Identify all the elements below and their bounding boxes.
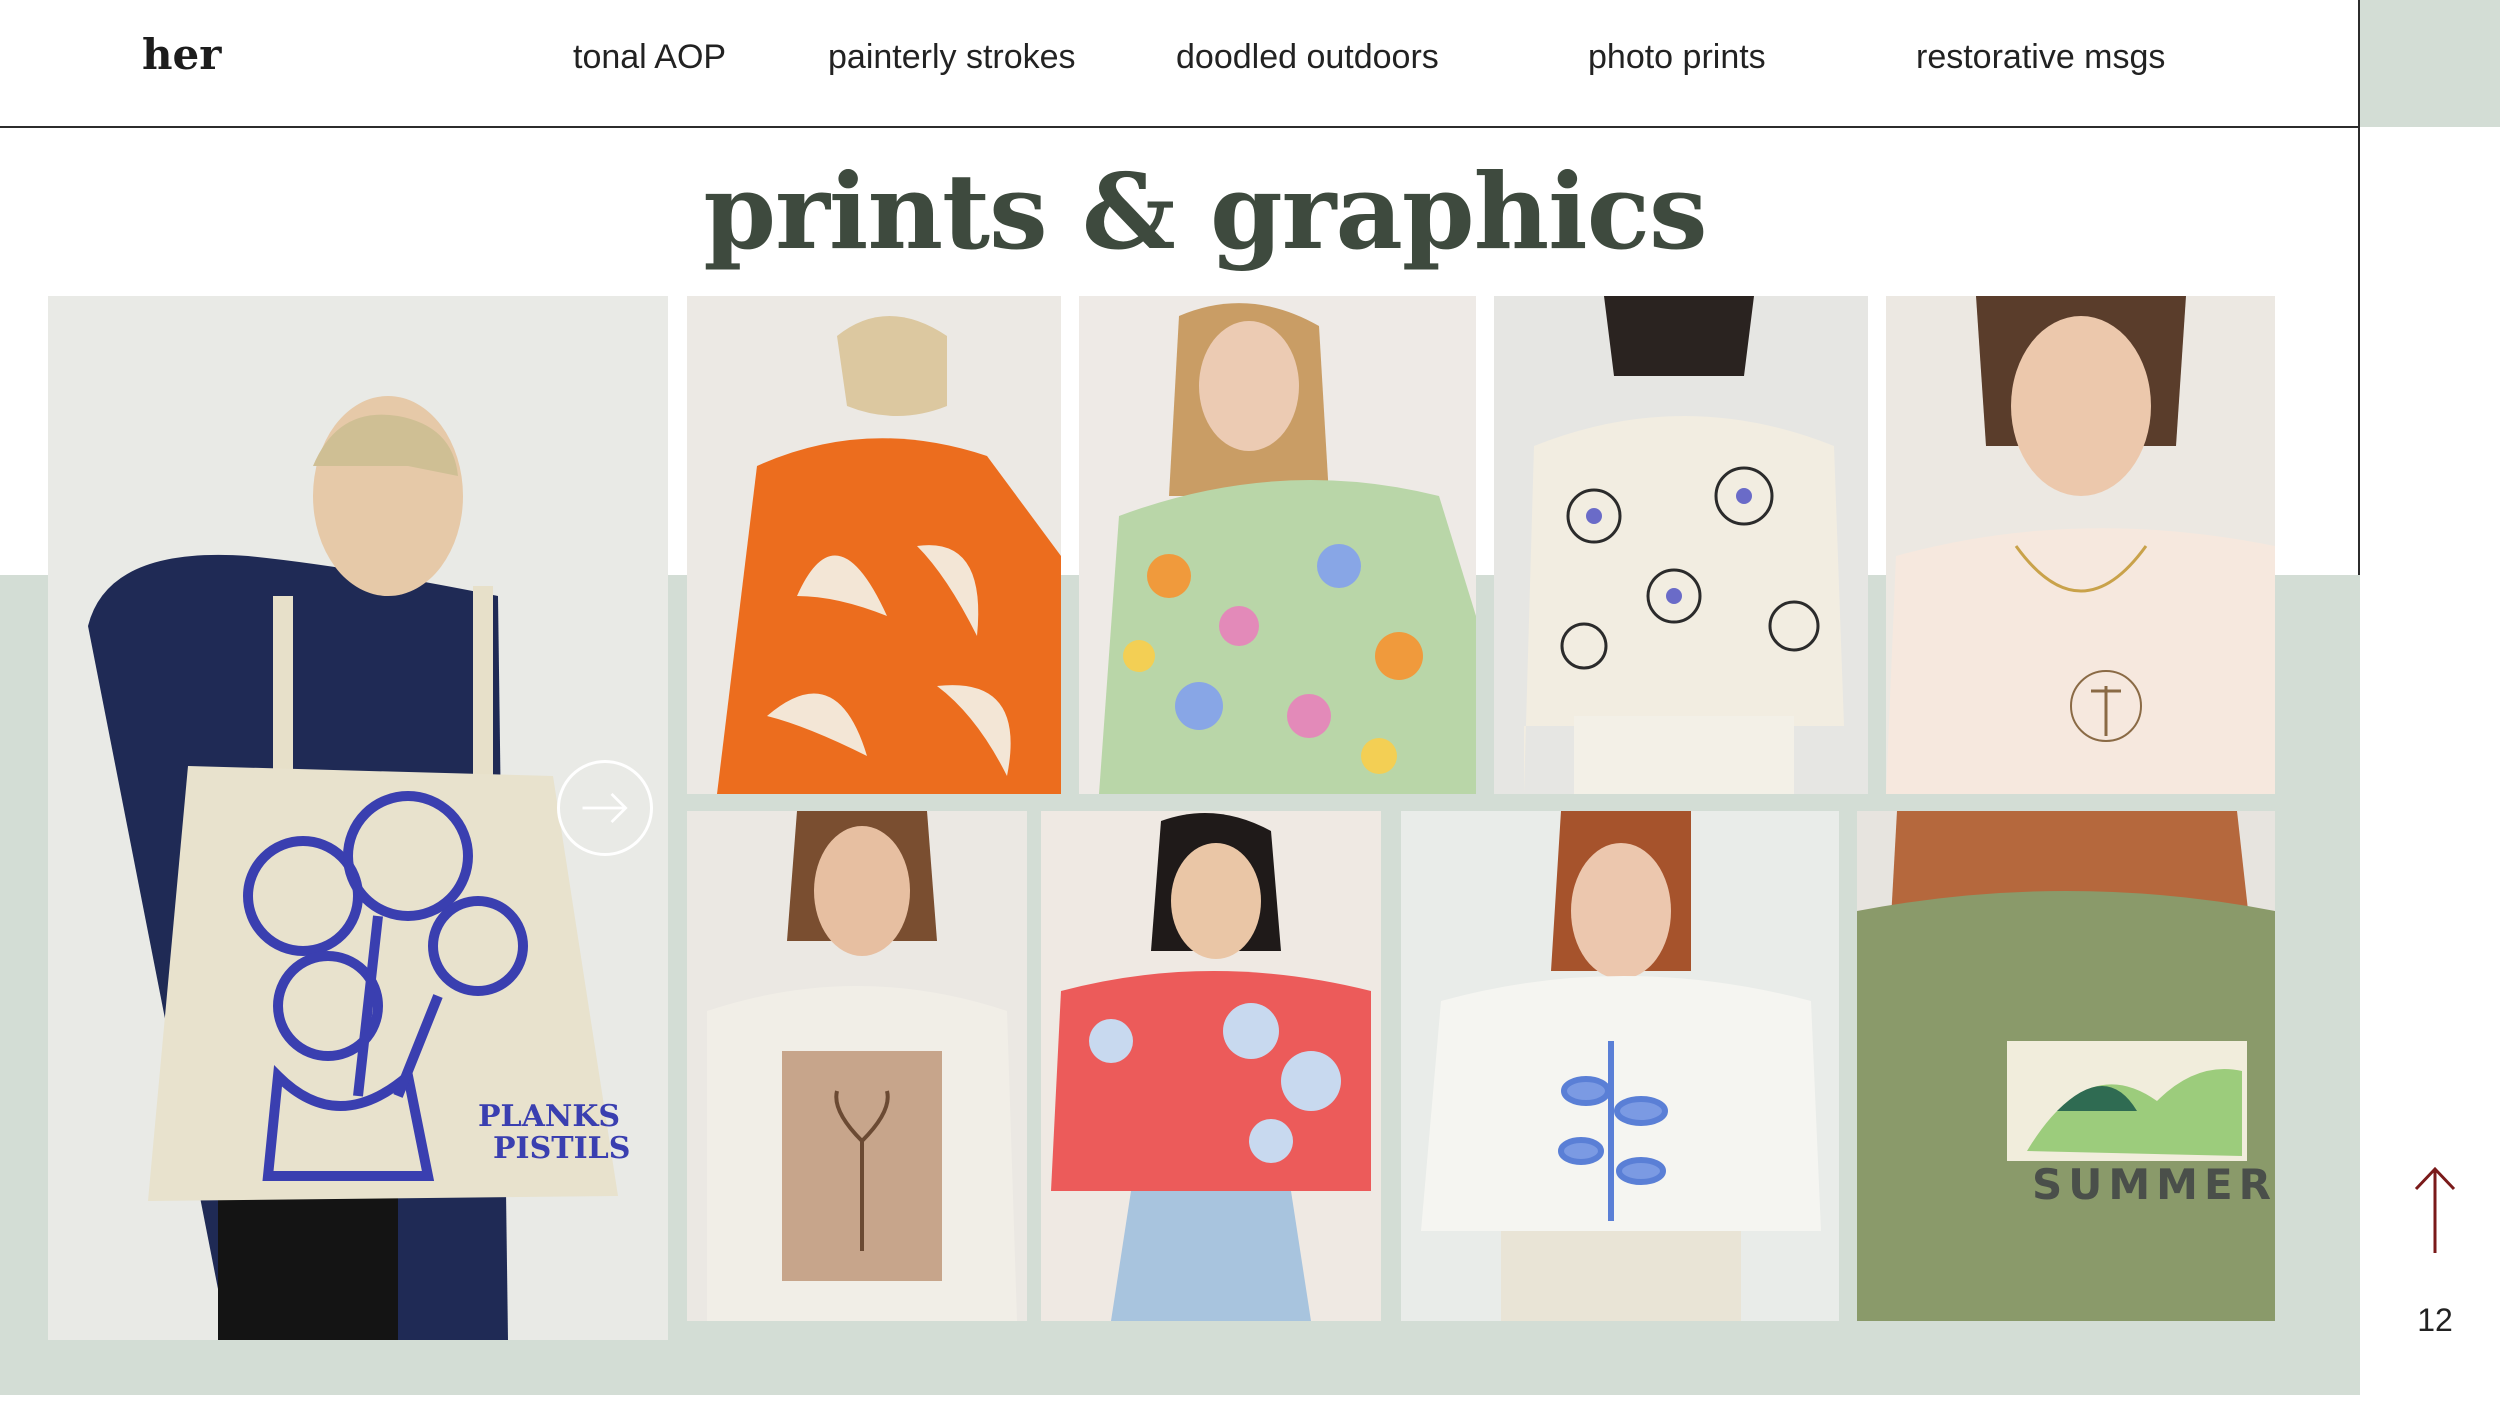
photo-orange-print-shirt[interactable] bbox=[687, 296, 1061, 794]
photo-blue-botanical-tee[interactable] bbox=[1401, 811, 1839, 1321]
nav-restorative-msgs[interactable]: restorative msgs bbox=[1916, 38, 2165, 77]
arrow-up-icon[interactable] bbox=[2410, 1165, 2460, 1255]
nav-doodled-outdoors[interactable]: doodled outdoors bbox=[1176, 38, 1439, 77]
nav-tonal-aop[interactable]: tonal AOP bbox=[573, 38, 726, 77]
tote-text-pistils: PISTILS bbox=[493, 1131, 630, 1166]
side-divider bbox=[2358, 0, 2360, 575]
photo-red-floral-tee[interactable] bbox=[1041, 811, 1381, 1321]
corner-block bbox=[2360, 0, 2500, 127]
page-title: prints & graphics bbox=[703, 150, 1707, 273]
nav-photo-prints[interactable]: photo prints bbox=[1588, 38, 1766, 77]
nav-painterly-strokes[interactable]: painterly strokes bbox=[828, 38, 1076, 77]
page-number: 12 bbox=[2417, 1302, 2453, 1338]
photo-photo-print-tee[interactable] bbox=[687, 811, 1027, 1321]
photo-graphic-tee-cream[interactable] bbox=[1886, 296, 2275, 794]
header-divider bbox=[0, 126, 2360, 128]
photo-summer-tee[interactable]: SUMMER bbox=[1857, 811, 2275, 1321]
arrow-right-circle-icon[interactable] bbox=[557, 760, 653, 856]
tee-summer-text: SUMMER bbox=[2032, 1160, 2275, 1209]
brand-logo[interactable]: her bbox=[142, 30, 221, 79]
photo-floral-dress[interactable] bbox=[1079, 296, 1476, 794]
tote-text-planks: PLANKS bbox=[478, 1099, 620, 1134]
photo-pansy-blouse[interactable] bbox=[1494, 296, 1868, 794]
